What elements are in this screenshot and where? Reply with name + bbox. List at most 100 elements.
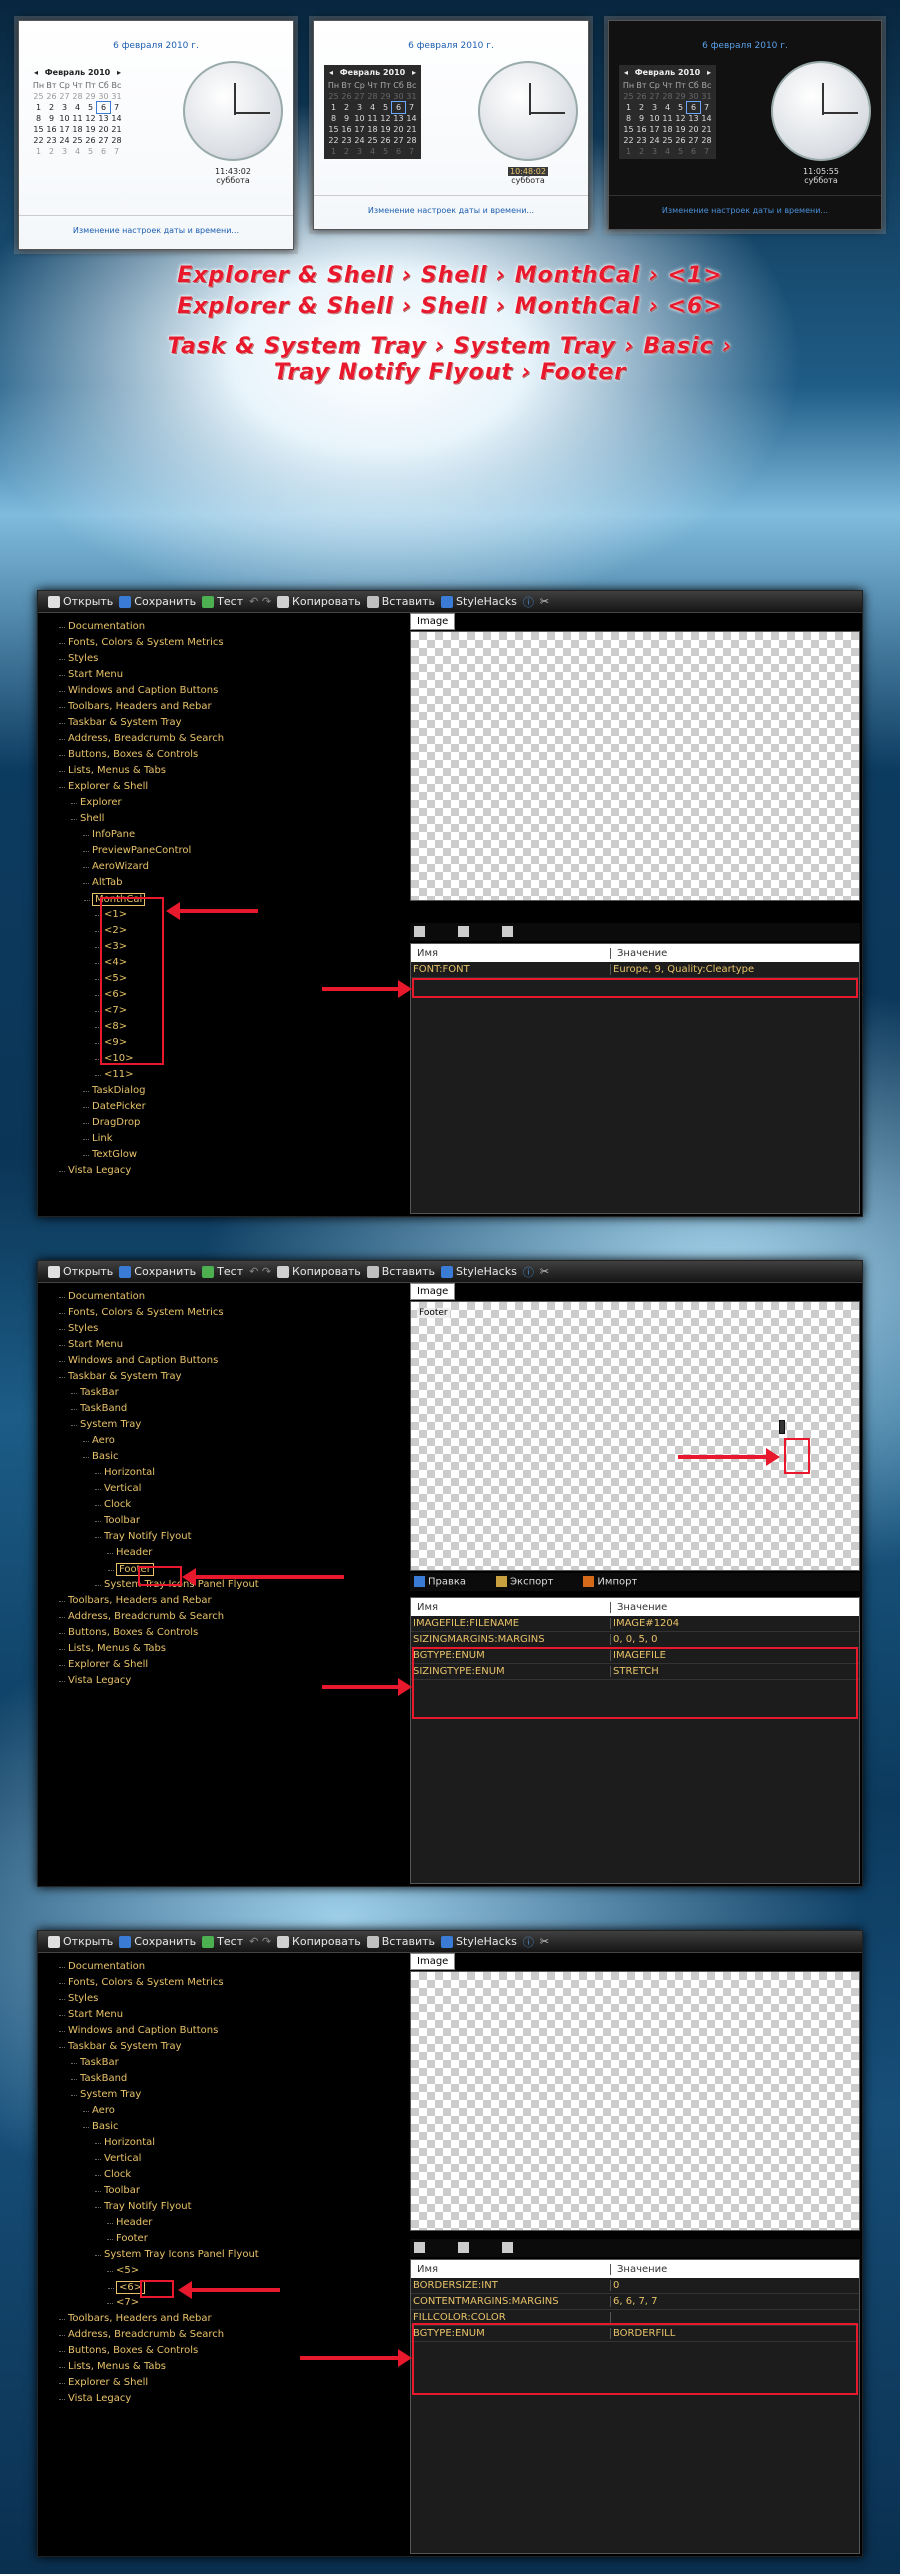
day-cell[interactable]: 25 <box>71 135 84 146</box>
date-title[interactable]: 6 февраля 2010 г. <box>314 41 588 51</box>
tree-node[interactable]: Taskbar & System Tray <box>59 2041 182 2052</box>
day-cell[interactable]: 7 <box>700 146 713 157</box>
day-cell[interactable]: 23 <box>45 135 58 146</box>
tree-node[interactable]: Taskbar & System Tray <box>59 717 182 728</box>
property-row[interactable]: IMAGEFILE:FILENAME IMAGE#1204 <box>411 1616 859 1632</box>
day-cell[interactable]: 19 <box>379 124 392 135</box>
day-cell[interactable]: 14 <box>700 113 713 124</box>
property-value[interactable]: 6, 6, 7, 7 <box>611 2296 859 2307</box>
next-month-icon[interactable]: ▸ <box>117 67 121 78</box>
day-cell[interactable]: 8 <box>622 113 635 124</box>
tree-node[interactable]: Buttons, Boxes & Controls <box>58 1627 198 1638</box>
day-cell[interactable]: 30 <box>97 91 110 102</box>
tree-node[interactable]: Explorer & Shell <box>58 1659 148 1670</box>
name-column-header[interactable]: Имя <box>411 1601 611 1613</box>
day-cell[interactable]: 14 <box>110 113 123 124</box>
day-cell[interactable]: 4 <box>366 146 379 157</box>
copy-button[interactable]: Копировать <box>277 595 361 608</box>
edit-icon[interactable] <box>414 926 428 938</box>
day-cell[interactable]: 5 <box>84 102 97 113</box>
day-cell[interactable]: 8 <box>32 113 45 124</box>
tab-image[interactable]: Image <box>410 1283 456 1301</box>
test-button[interactable]: Тест <box>202 1935 243 1948</box>
change-datetime-link[interactable]: Изменение настроек даты и времени... <box>19 215 293 249</box>
day-cell[interactable]: 1 <box>327 146 340 157</box>
tree-node[interactable]: Windows and Caption Buttons <box>58 1355 218 1366</box>
info-icon[interactable]: ⓘ <box>523 1934 534 1950</box>
day-cell[interactable]: 17 <box>353 124 366 135</box>
day-cell[interactable]: 5 <box>674 146 687 157</box>
tree-node[interactable]: TaskBand <box>70 1403 127 1414</box>
day-cell[interactable]: 29 <box>84 91 97 102</box>
test-button[interactable]: Тест <box>202 595 243 608</box>
day-cell[interactable]: 12 <box>674 113 687 124</box>
change-datetime-link[interactable]: Изменение настроек даты и времени... <box>609 195 881 229</box>
day-cell[interactable]: 23 <box>340 135 353 146</box>
property-row[interactable]: FONT:FONT Europe, 9, Quality:Cleartype <box>411 962 859 978</box>
day-cell[interactable]: 5 <box>379 102 392 113</box>
day-cell[interactable]: 2 <box>45 146 58 157</box>
day-cell[interactable]: 26 <box>674 135 687 146</box>
day-cell[interactable]: 30 <box>687 91 700 102</box>
tree-node[interactable]: Documentation <box>58 1291 145 1302</box>
tree-node[interactable]: Tray Notify Flyout <box>95 1531 192 1542</box>
day-cell[interactable]: 5 <box>84 146 97 157</box>
property-value[interactable]: Europe, 9, Quality:Cleartype <box>611 964 859 975</box>
day-cell[interactable]: 11 <box>71 113 84 124</box>
info-icon[interactable]: ⓘ <box>523 1264 534 1280</box>
day-cell[interactable]: 5 <box>379 146 392 157</box>
undo-redo-icons[interactable]: ↶ ↷ <box>249 595 271 608</box>
day-cell-today[interactable]: 6 <box>391 101 406 114</box>
change-datetime-link[interactable]: Изменение настроек даты и времени... <box>314 195 588 229</box>
day-cell[interactable]: 21 <box>110 124 123 135</box>
tree-node[interactable]: Toolbars, Headers and Rebar <box>59 2313 212 2324</box>
undo-redo-icons[interactable]: ↶ ↷ <box>249 1265 271 1278</box>
prev-month-icon[interactable]: ◂ <box>34 67 38 78</box>
day-cell[interactable]: 27 <box>392 135 405 146</box>
tree-node[interactable]: Vista Legacy <box>58 1675 131 1686</box>
tree-node[interactable]: Windows and Caption Buttons <box>58 2025 218 2036</box>
month-title[interactable]: Февраль 2010 <box>45 67 111 78</box>
day-cell[interactable]: 2 <box>340 102 353 113</box>
tree-node[interactable]: Clock <box>94 1499 131 1510</box>
tree-node[interactable]: Address, Breadcrumb & Search <box>58 1611 224 1622</box>
property-row[interactable]: BORDERSIZE:INT 0 <box>411 2278 859 2294</box>
tree-node[interactable]: <11> <box>94 1069 133 1080</box>
tree-node[interactable]: Explorer & Shell <box>58 2377 148 2388</box>
day-cell[interactable]: 28 <box>405 135 418 146</box>
tree-node[interactable]: InfoPane <box>82 829 135 840</box>
day-cell[interactable]: 6 <box>687 146 700 157</box>
day-cell[interactable]: 11 <box>366 113 379 124</box>
day-cell[interactable]: 28 <box>661 91 674 102</box>
tree-node[interactable]: Styles <box>58 1993 98 2004</box>
name-column-header[interactable]: Имя <box>411 2263 611 2275</box>
edit-icon[interactable] <box>414 2242 428 2254</box>
day-cell[interactable]: 28 <box>110 135 123 146</box>
tree-node[interactable]: DatePicker <box>83 1101 146 1112</box>
open-button[interactable]: Открыть <box>48 1935 113 1948</box>
property-value[interactable]: IMAGE#1204 <box>611 1618 859 1629</box>
tree-node[interactable]: TaskBand <box>70 2073 127 2084</box>
date-title[interactable]: 6 февраля 2010 г. <box>609 41 881 51</box>
day-cell[interactable]: 9 <box>45 113 58 124</box>
day-cell[interactable]: 29 <box>379 91 392 102</box>
tree-node[interactable]: Start Menu <box>58 1339 123 1350</box>
day-cell[interactable]: 23 <box>635 135 648 146</box>
day-cell[interactable]: 2 <box>340 146 353 157</box>
tree-node[interactable]: Clock <box>94 2169 131 2180</box>
prev-month-icon[interactable]: ◂ <box>624 67 628 78</box>
tree-node[interactable]: Windows and Caption Buttons <box>58 685 218 696</box>
tree-node[interactable]: Fonts, Colors & System Metrics <box>59 1977 224 1988</box>
tools-icon[interactable]: ✂ <box>540 1935 549 1948</box>
day-cell[interactable]: 9 <box>635 113 648 124</box>
day-cell[interactable]: 22 <box>622 135 635 146</box>
tree-node[interactable]: Header <box>106 1547 152 1558</box>
day-cell[interactable]: 10 <box>58 113 71 124</box>
day-cell[interactable]: 25 <box>366 135 379 146</box>
property-row[interactable]: CONTENTMARGINS:MARGINS 6, 6, 7, 7 <box>411 2294 859 2310</box>
tree-node[interactable]: Address, Breadcrumb & Search <box>58 733 224 744</box>
day-cell[interactable]: 27 <box>58 91 71 102</box>
day-cell[interactable]: 16 <box>635 124 648 135</box>
next-month-icon[interactable]: ▸ <box>707 67 711 78</box>
tree-node[interactable]: Lists, Menus & Tabs <box>58 1643 166 1654</box>
